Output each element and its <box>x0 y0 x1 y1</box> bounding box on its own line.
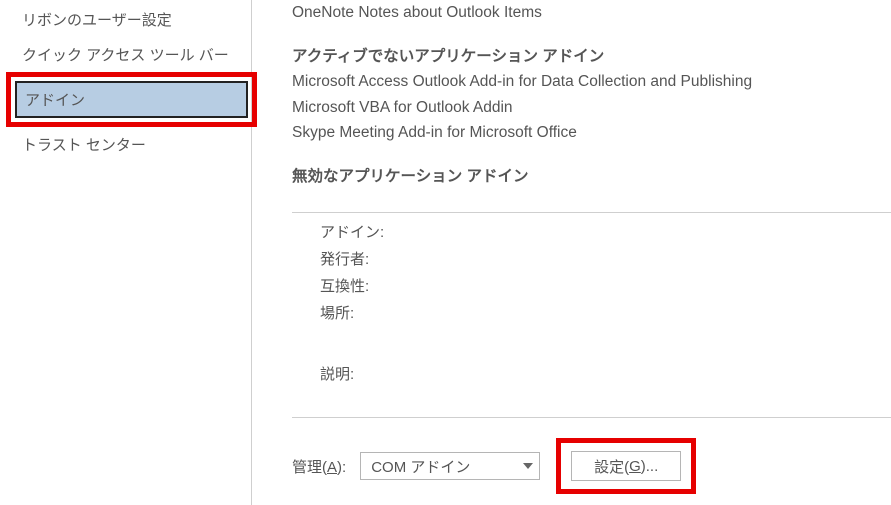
sidebar-item-ribbon[interactable]: リボンのユーザー設定 <box>12 2 251 37</box>
detail-label-compat: 互換性: <box>320 275 396 296</box>
chevron-down-icon <box>523 463 533 469</box>
detail-label-description: 説明: <box>320 363 396 384</box>
section-head-disabled: 無効なアプリケーション アドイン <box>292 164 891 190</box>
sidebar-item-trust-center[interactable]: トラスト センター <box>12 127 251 162</box>
list-item[interactable]: Microsoft VBA for Outlook Addin <box>292 95 891 121</box>
list-item[interactable]: OneNote Notes about Outlook Items <box>292 0 891 26</box>
sidebar-item-label: アドイン <box>25 92 85 109</box>
go-button[interactable]: 設定(G)... <box>571 451 681 481</box>
addin-details: アドイン: 発行者: 互換性: 場所: 説明: <box>292 213 891 418</box>
sidebar-item-label: リボンのユーザー設定 <box>22 12 172 29</box>
main-panel: OneNote Notes about Outlook Items アクティブで… <box>252 0 891 505</box>
sidebar-item-label: トラスト センター <box>22 137 146 154</box>
highlight-go-button: 設定(G)... <box>556 438 696 494</box>
highlight-addins: アドイン <box>6 72 257 127</box>
detail-label-location: 場所: <box>320 302 396 323</box>
manage-bar: 管理(A): COM アドイン 設定(G)... <box>292 418 891 494</box>
list-item[interactable]: Skype Meeting Add-in for Microsoft Offic… <box>292 120 891 146</box>
detail-label-addin: アドイン: <box>320 221 396 242</box>
addins-list-area: OneNote Notes about Outlook Items アクティブで… <box>292 0 891 213</box>
detail-label-publisher: 発行者: <box>320 248 396 269</box>
list-item[interactable]: Microsoft Access Outlook Add-in for Data… <box>292 69 891 95</box>
sidebar-item-label: クイック アクセス ツール バー <box>22 47 229 64</box>
manage-combo[interactable]: COM アドイン <box>360 452 540 480</box>
section-head-inactive: アクティブでないアプリケーション アドイン <box>292 44 891 70</box>
sidebar-item-quick-access[interactable]: クイック アクセス ツール バー <box>12 37 251 72</box>
options-sidebar: リボンのユーザー設定 クイック アクセス ツール バー アドイン トラスト セン… <box>12 0 252 505</box>
manage-combo-value: COM アドイン <box>371 456 470 477</box>
manage-label: 管理(A): <box>292 456 346 477</box>
sidebar-item-addins[interactable]: アドイン <box>15 81 248 118</box>
